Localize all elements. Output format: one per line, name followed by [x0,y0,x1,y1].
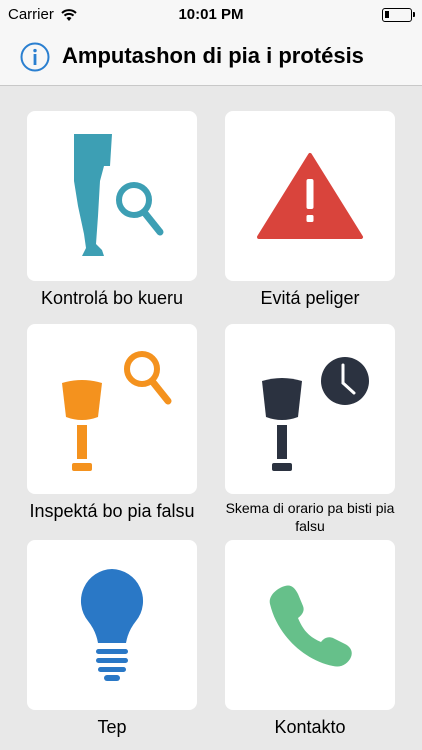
battery-icon [382,8,415,22]
tile-card[interactable] [225,540,395,710]
menu-grid: Kontrolá bo kueru Evitá peliger Inspektá… [0,87,422,750]
tile-card[interactable] [27,540,197,710]
lightbulb-icon [80,569,144,681]
tile-label: Evitá peliger [260,288,360,308]
nav-bar: Amputashon di pia i protésis [0,30,422,86]
tile-label: Tep [97,717,127,737]
tile-card[interactable] [27,111,197,281]
status-time: 10:01 PM [178,6,244,23]
leg-magnifier-icon [74,134,164,256]
info-icon[interactable] [20,42,50,72]
tile-wear-schedule[interactable]: Skema di orario pa bisti pia falsu [225,324,395,535]
tile-label: Kontakto [274,717,346,737]
page-title: Amputashon di pia i protésis [62,43,364,68]
tile-tips[interactable]: Tep [27,540,197,738]
tile-inspect-prosthesis[interactable]: Inspektá bo pia falsu [27,324,197,522]
tile-avoid-danger[interactable]: Evitá peliger [225,111,395,309]
tile-label: Skema di orario pa bisti pia falsu [225,500,395,534]
warning-icon [257,153,363,239]
tile-card[interactable] [225,324,395,494]
tile-label: Kontrolá bo kueru [40,288,184,308]
prosthesis-clock-icon [262,357,369,471]
tile-card[interactable] [27,324,197,494]
tile-contact[interactable]: Kontakto [225,540,395,738]
tile-card[interactable] [225,111,395,281]
phone-icon [269,585,352,667]
prosthesis-magnifier-icon [62,351,172,471]
tile-label: Inspektá bo pia falsu [29,501,195,521]
status-bar: Carrier 10:01 PM [0,0,422,30]
tile-check-skin[interactable]: Kontrolá bo kueru [27,111,197,309]
